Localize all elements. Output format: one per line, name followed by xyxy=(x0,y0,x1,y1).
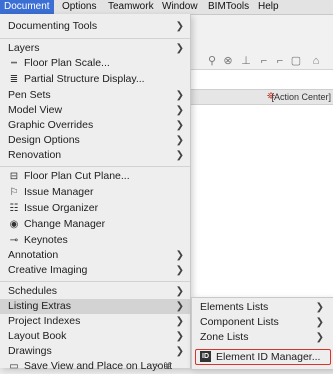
toolbar-tool-icon[interactable]: ⊥ xyxy=(240,55,252,67)
toolbar-tool-icon[interactable]: ▢ xyxy=(290,55,302,67)
submenu-item-component-lists[interactable]: Component Lists ❯ xyxy=(192,315,333,330)
save-view-icon: ▭ xyxy=(9,361,19,372)
toolbar-tool-icon[interactable]: ⌐ xyxy=(258,55,270,67)
partial-structure-icon: ≣ xyxy=(9,74,19,85)
chevron-right-icon: ❯ xyxy=(175,331,184,342)
menu-bimtools[interactable]: BIMTools xyxy=(204,0,253,14)
chevron-right-icon: ❯ xyxy=(175,43,184,54)
flag-icon: ⚐ xyxy=(9,187,19,198)
chevron-right-icon: ❯ xyxy=(315,302,324,313)
menu-separator xyxy=(0,281,190,282)
menu-options[interactable]: Options xyxy=(58,0,100,14)
submenu-item-element-id-manager[interactable]: ID Element ID Manager... xyxy=(195,349,331,365)
toolbar-tool-icon[interactable]: ⊗ xyxy=(222,55,234,67)
chevron-right-icon: ❯ xyxy=(175,346,184,357)
chevron-right-icon: ❯ xyxy=(175,105,184,116)
organizer-icon: ☷ xyxy=(9,203,19,214)
menu-item-layout-book[interactable]: Layout Book ❯ xyxy=(0,329,190,344)
chevron-right-icon: ❯ xyxy=(175,135,184,146)
menu-item-floor-plan-scale[interactable]: ┅ Floor Plan Scale... xyxy=(0,56,190,71)
menu-teamwork[interactable]: Teamwork xyxy=(104,0,158,14)
menu-separator xyxy=(0,38,190,39)
menu-item-issue-manager[interactable]: ⚐ Issue Manager xyxy=(0,185,190,200)
change-icon: ◉ xyxy=(9,219,19,230)
menu-item-layers[interactable]: Layers ❯ xyxy=(0,41,190,56)
keynote-icon: ⊸ xyxy=(9,235,19,246)
menu-item-design-options[interactable]: Design Options ❯ xyxy=(0,133,190,148)
chevron-right-icon: ❯ xyxy=(175,316,184,327)
chevron-right-icon: ❯ xyxy=(175,90,184,101)
chevron-right-icon: ❯ xyxy=(175,250,184,261)
menu-item-drawings[interactable]: Drawings ❯ xyxy=(0,344,190,359)
menu-help[interactable]: Help xyxy=(254,0,283,14)
chevron-right-icon: ❯ xyxy=(175,150,184,161)
scale-icon: ┅ xyxy=(10,58,18,69)
menu-window[interactable]: Window xyxy=(158,0,202,14)
menu-item-listing-extras[interactable]: Listing Extras ❯ xyxy=(0,299,190,314)
toolbar-tool-icon[interactable]: ⌐ xyxy=(274,55,286,67)
menu-item-change-manager[interactable]: ◉ Change Manager xyxy=(0,217,190,232)
submenu-item-zone-lists[interactable]: Zone Lists ❯ xyxy=(192,330,333,345)
action-center-label[interactable]: [Action Center] xyxy=(271,90,331,104)
menu-item-save-view-and-place-on-layout[interactable]: ▭ Save View and Place on Layout ⌥⌘ xyxy=(0,359,190,374)
menu-item-floor-plan-cut-plane[interactable]: ⊟ Floor Plan Cut Plane... xyxy=(0,169,190,184)
menu-bar: Document Options Teamwork Window BIMTool… xyxy=(0,0,333,15)
menu-item-pen-sets[interactable]: Pen Sets ❯ xyxy=(0,88,190,103)
menu-separator xyxy=(0,166,190,167)
menu-item-documenting-tools[interactable]: Documenting Tools ❯ xyxy=(0,19,190,34)
menu-item-creative-imaging[interactable]: Creative Imaging ❯ xyxy=(0,263,190,278)
shortcut-label: ⌥⌘ xyxy=(152,361,172,371)
chevron-right-icon: ❯ xyxy=(175,286,184,297)
chevron-right-icon: ❯ xyxy=(175,21,184,32)
chevron-right-icon: ❯ xyxy=(175,120,184,131)
chevron-right-icon: ❯ xyxy=(315,317,324,328)
toolbar-tool-icon[interactable]: ⚲ xyxy=(206,55,218,67)
listing-extras-submenu: Elements Lists ❯ Component Lists ❯ Zone … xyxy=(191,297,333,370)
chevron-right-icon: ❯ xyxy=(175,265,184,276)
chevron-right-icon: ❯ xyxy=(315,332,324,343)
menu-item-schedules[interactable]: Schedules ❯ xyxy=(0,284,190,299)
menu-item-keynotes[interactable]: ⊸ Keynotes xyxy=(0,233,190,248)
menu-item-annotation[interactable]: Annotation ❯ xyxy=(0,248,190,263)
menu-item-model-view[interactable]: Model View ❯ xyxy=(0,103,190,118)
chevron-right-icon: ❯ xyxy=(175,301,184,312)
toolbar-home-icon[interactable]: ⌂ xyxy=(310,55,322,67)
cut-plane-icon: ⊟ xyxy=(9,171,19,182)
menu-item-partial-structure-display[interactable]: ≣ Partial Structure Display... xyxy=(0,72,190,87)
menu-document[interactable]: Document xyxy=(0,0,54,14)
submenu-item-elements-lists[interactable]: Elements Lists ❯ xyxy=(192,300,333,315)
menu-item-project-indexes[interactable]: Project Indexes ❯ xyxy=(0,314,190,329)
menu-item-graphic-overrides[interactable]: Graphic Overrides ❯ xyxy=(0,118,190,133)
menu-item-issue-organizer[interactable]: ☷ Issue Organizer xyxy=(0,201,190,216)
menu-item-renovation[interactable]: Renovation ❯ xyxy=(0,148,190,163)
id-icon: ID xyxy=(200,351,211,362)
document-menu: Documenting Tools ❯ Layers ❯ ┅ Floor Pla… xyxy=(0,14,191,372)
